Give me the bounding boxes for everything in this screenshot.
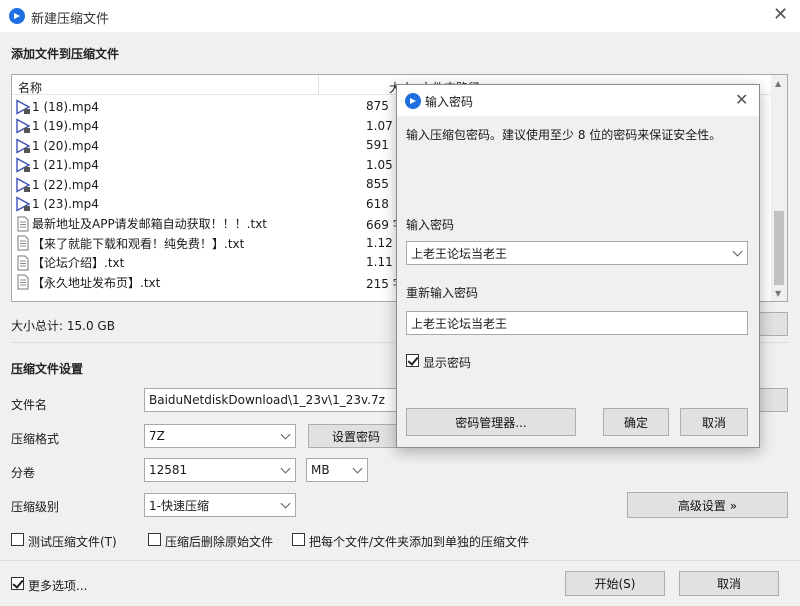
show-password-checkbox[interactable] xyxy=(406,354,419,367)
test-archive-checkbox[interactable] xyxy=(11,533,24,546)
title-bar: 新建压缩文件 ✕ xyxy=(0,0,800,32)
password-label: 输入密码 xyxy=(406,218,455,232)
file-size: 1.12 xyxy=(366,235,393,250)
settings-title: 压缩文件设置 xyxy=(11,362,84,376)
video-file-icon xyxy=(14,196,31,213)
test-archive-label[interactable]: 测试压缩文件(T) xyxy=(28,533,117,550)
file-size: 855 xyxy=(366,177,389,191)
file-name: 1 (22).mp4 xyxy=(32,177,99,192)
dialog-ok-button[interactable]: 确定 xyxy=(603,408,669,436)
list-item[interactable]: 1 (20).mp4 xyxy=(14,136,314,156)
confirm-password-label: 重新输入密码 xyxy=(406,286,479,300)
video-file-icon xyxy=(14,137,31,154)
advanced-settings-button[interactable]: 高级设置 » xyxy=(627,492,788,518)
list-item[interactable]: 1 (18).mp4 xyxy=(14,97,314,117)
cancel-button[interactable]: 取消 xyxy=(679,571,779,596)
column-name[interactable]: 名称 xyxy=(18,79,42,96)
text-file-icon xyxy=(14,215,31,232)
file-name: 【论坛介绍】.txt xyxy=(32,256,125,271)
footer-divider xyxy=(0,560,800,561)
window-title: 新建压缩文件 xyxy=(31,12,110,27)
password-dialog: 输入密码 ✕ 输入压缩包密码。建议使用至少 8 位的密码来保证安全性。 输入密码… xyxy=(396,84,760,448)
file-size: 1.05 xyxy=(366,157,393,172)
video-file-icon xyxy=(14,176,31,193)
file-list-scrollbar[interactable]: ▲ ▼ xyxy=(771,75,787,301)
list-item[interactable]: 【来了就能下载和观看！纯免费！】.txt xyxy=(14,234,314,254)
file-name: 1 (23).mp4 xyxy=(32,197,99,212)
dialog-close-icon[interactable]: ✕ xyxy=(735,91,748,109)
add-section-title: 添加文件到压缩文件 xyxy=(11,47,120,61)
file-size: 875 xyxy=(366,99,389,113)
filename-label: 文件名 xyxy=(11,398,48,412)
volume-unit-select[interactable]: MB xyxy=(306,458,368,482)
list-item[interactable]: 1 (23).mp4 xyxy=(14,195,314,215)
file-name: 1 (20).mp4 xyxy=(32,138,99,153)
delete-after-label[interactable]: 压缩后删除原始文件 xyxy=(165,533,273,550)
dialog-app-icon xyxy=(405,93,421,109)
show-password-label[interactable]: 显示密码 xyxy=(423,354,471,371)
list-item[interactable]: 1 (22).mp4 xyxy=(14,175,314,195)
separate-archives-checkbox[interactable] xyxy=(292,533,305,546)
total-size: 大小总计: 15.0 GB xyxy=(11,319,115,333)
dialog-cancel-button[interactable]: 取消 xyxy=(680,408,748,436)
more-options-label[interactable]: 更多选项... xyxy=(28,577,87,594)
more-options-checkbox[interactable] xyxy=(11,577,24,590)
file-size: 1.11 xyxy=(366,255,393,269)
text-file-icon xyxy=(14,235,31,252)
volume-input[interactable]: 12581 xyxy=(144,458,296,482)
format-select[interactable]: 7Z xyxy=(144,424,296,448)
password-input[interactable]: 上老王论坛当老王 xyxy=(406,241,748,265)
file-name: 最新地址及APP请发邮箱自动获取！！！.txt xyxy=(32,217,268,232)
column-divider xyxy=(318,75,319,95)
level-label: 压缩级别 xyxy=(11,500,60,514)
filename-input[interactable]: BaiduNetdiskDownload\1_23v\1_23v.7z xyxy=(144,388,402,412)
file-name: 1 (18).mp4 xyxy=(32,99,99,114)
set-password-button[interactable]: 设置密码 xyxy=(308,424,404,448)
file-size: 618 xyxy=(366,196,389,211)
app-logo-icon xyxy=(9,8,25,24)
dialog-title: 输入密码 xyxy=(425,95,474,109)
close-icon[interactable]: ✕ xyxy=(773,6,788,24)
confirm-password-input[interactable]: 上老王论坛当老王 xyxy=(406,311,748,335)
list-item[interactable]: 【论坛介绍】.txt xyxy=(14,253,314,273)
list-item[interactable]: 1 (21).mp4 xyxy=(14,156,314,176)
scroll-up-icon[interactable]: ▲ xyxy=(775,79,781,88)
file-size: 591 xyxy=(366,138,389,152)
scroll-down-icon[interactable]: ▼ xyxy=(775,289,781,298)
volume-label: 分卷 xyxy=(11,466,36,480)
file-name: 【永久地址发布页】.txt xyxy=(32,275,161,290)
video-file-icon xyxy=(14,118,31,135)
file-name: 【来了就能下载和观看！纯免费！】.txt xyxy=(32,236,245,251)
video-file-icon xyxy=(14,157,31,174)
video-file-icon xyxy=(14,98,31,115)
dialog-description: 输入压缩包密码。建议使用至少 8 位的密码来保证安全性。 xyxy=(406,128,722,142)
file-name: 1 (21).mp4 xyxy=(32,158,99,173)
text-file-icon xyxy=(14,254,31,271)
file-size: 1.07 xyxy=(366,118,393,133)
list-item[interactable]: 最新地址及APP请发邮箱自动获取！！！.txt xyxy=(14,214,314,234)
list-item[interactable]: 【永久地址发布页】.txt xyxy=(14,273,314,293)
format-label: 压缩格式 xyxy=(11,432,60,446)
text-file-icon xyxy=(14,274,31,291)
list-item[interactable]: 1 (19).mp4 xyxy=(14,117,314,137)
level-select[interactable]: 1-快速压缩 xyxy=(144,493,296,517)
dialog-title-bar: 输入密码 ✕ xyxy=(397,85,759,116)
separate-archives-label[interactable]: 把每个文件/文件夹添加到单独的压缩文件 xyxy=(309,533,529,550)
delete-after-checkbox[interactable] xyxy=(148,533,161,546)
file-name: 1 (19).mp4 xyxy=(32,119,99,134)
password-manager-button[interactable]: 密码管理器... xyxy=(406,408,576,436)
start-button[interactable]: 开始(S) xyxy=(565,571,665,596)
scrollbar-thumb[interactable] xyxy=(774,211,784,285)
